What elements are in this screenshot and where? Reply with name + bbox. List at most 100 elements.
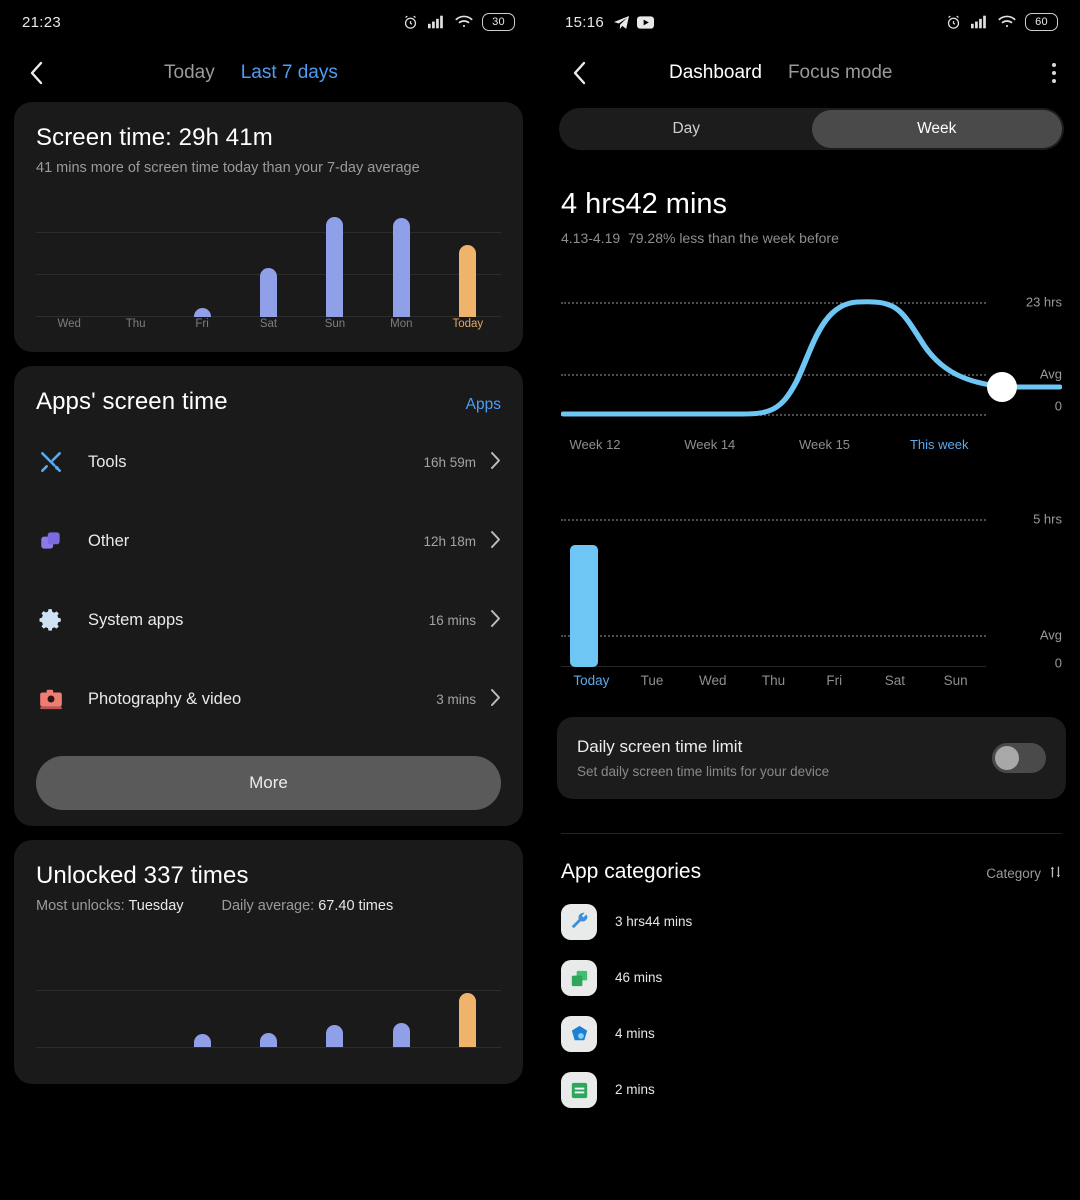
week-delta-text: 79.28% less than the week before <box>627 230 839 246</box>
kebab-menu-icon[interactable] <box>1052 63 1056 83</box>
screen-time-bar-chart: Wed Thu Fri Sat Sun Mon Today <box>36 214 501 336</box>
chart-bar <box>193 308 211 317</box>
x-label: Week 14 <box>684 437 736 452</box>
category-sort-control[interactable]: Category <box>986 865 1062 882</box>
y-label-max: 5 hrs <box>1033 511 1062 527</box>
app-row-photography-video[interactable]: Photography & video 3 mins <box>36 666 501 732</box>
signal-icon <box>428 15 446 29</box>
more-button[interactable]: More <box>36 756 501 810</box>
limit-subtitle: Set daily screen time limits for your de… <box>577 764 830 779</box>
category-row[interactable]: 3 hrs44 mins <box>561 904 1062 940</box>
chart-bars <box>36 948 501 1047</box>
chart-bars <box>561 505 986 667</box>
chart-x-label: Thu <box>761 673 786 688</box>
chart-bar <box>326 1025 344 1047</box>
tools-icon <box>36 447 66 477</box>
screen-time-card: Screen time: 29h 41m 41 mins more of scr… <box>14 102 523 352</box>
wifi-icon <box>998 15 1016 29</box>
unlocked-card: Unlocked 337 times Most unlocks: Tuesday… <box>14 840 523 1084</box>
chart-x-label: Fri <box>826 673 843 688</box>
unlocked-bar-chart <box>36 948 501 1068</box>
app-categories-title: App categories <box>561 860 702 883</box>
alarm-icon <box>945 14 962 31</box>
chart-gridline <box>36 1047 501 1048</box>
app-time: 16 mins <box>428 612 476 628</box>
tab-last-7-days[interactable]: Last 7 days <box>241 62 338 84</box>
app-row-system-apps[interactable]: System apps 16 mins <box>36 587 501 653</box>
chart-bar <box>260 1032 277 1047</box>
category-time: 3 hrs44 mins <box>615 914 693 929</box>
day-week-segmented-control: Day Week <box>559 108 1064 150</box>
chevron-right-icon <box>490 609 501 631</box>
app-row-tools[interactable]: Tools 16h 59m <box>36 429 501 495</box>
chart-x-label: Fri <box>195 318 209 330</box>
chart-x-label: Today <box>573 673 610 688</box>
left-phone-screen: 21:23 30 Today Last 7 days Screen time: … <box>0 0 537 1200</box>
app-time: 12h 18m <box>423 533 476 549</box>
tab-today[interactable]: Today <box>164 62 215 84</box>
weekly-trend-line-chart: 23 hrs Avg 0 Week 12 Week 14 Week 15 Thi… <box>561 282 1062 457</box>
tab-dashboard[interactable]: Dashboard <box>669 62 762 84</box>
files-icon <box>561 960 597 996</box>
daily-limit-toggle[interactable] <box>992 743 1046 773</box>
chart-bar <box>392 218 410 317</box>
apps-link[interactable]: Apps <box>466 396 501 414</box>
chart-bar <box>193 1034 211 1047</box>
chart-x-label: Thu <box>125 318 146 330</box>
category-row[interactable]: 4 mins <box>561 1016 1062 1052</box>
battery-icon: 30 <box>482 13 515 31</box>
spreadsheet-icon <box>561 1072 597 1108</box>
segment-week[interactable]: Week <box>811 110 1062 148</box>
app-categories-header: App categories Category <box>561 860 1062 884</box>
apps-screen-time-card: Apps' screen time Apps Tools 16h 59m Oth… <box>14 366 523 826</box>
chart-x-label: Mon <box>390 318 413 330</box>
right-top-nav: Dashboard Focus mode <box>543 44 1080 102</box>
screen-time-subtitle: 41 mins more of screen time today than y… <box>36 160 420 176</box>
back-button[interactable] <box>565 58 595 88</box>
chart-bar <box>326 217 344 317</box>
chart-x-label: Sat <box>884 673 906 688</box>
segment-day[interactable]: Day <box>561 110 812 148</box>
limit-title: Daily screen time limit <box>577 737 743 756</box>
left-top-nav: Today Last 7 days <box>0 44 537 102</box>
app-time: 16h 59m <box>423 454 476 470</box>
sort-arrows-icon <box>1049 865 1062 882</box>
x-label-current: This week <box>909 437 969 452</box>
chart-x-label: Wed <box>57 318 81 330</box>
most-unlocks-value: Tuesday <box>128 898 184 914</box>
chart-x-label: Wed <box>699 673 727 688</box>
chart-bars <box>36 214 501 317</box>
sort-label: Category <box>986 866 1041 881</box>
chart-x-label: Sun <box>324 318 346 330</box>
signal-icon <box>971 15 989 29</box>
category-row[interactable]: 46 mins <box>561 960 1062 996</box>
alarm-icon <box>402 14 419 31</box>
category-row[interactable]: 2 mins <box>561 1072 1062 1108</box>
layers-icon <box>36 526 66 556</box>
chevron-right-icon <box>490 688 501 710</box>
screen-time-title: Screen time: 29h 41m <box>36 124 273 151</box>
daily-screen-time-limit-card[interactable]: Daily screen time limit Set daily screen… <box>557 717 1066 799</box>
chart-x-label: Sat <box>259 318 278 330</box>
battery-icon: 60 <box>1025 13 1058 31</box>
section-divider <box>561 833 1062 834</box>
polygon-icon <box>561 1016 597 1052</box>
chart-bar <box>459 244 477 317</box>
app-name: Photography & video <box>88 689 242 708</box>
week-date-range: 4.13-4.19 <box>561 230 621 246</box>
chart-bar <box>459 993 477 1047</box>
back-button[interactable] <box>22 58 52 88</box>
category-time: 4 mins <box>615 1026 655 1041</box>
gear-icon <box>36 605 66 635</box>
week-total-time: 4 hrs42 mins <box>561 188 728 220</box>
chart-x-labels: Today Tue Wed Thu Fri Sat Sun <box>561 673 986 695</box>
app-row-other[interactable]: Other 12h 18m <box>36 508 501 574</box>
dual-screenshot-container: 21:23 30 Today Last 7 days Screen time: … <box>0 0 1080 1200</box>
unlocked-title: Unlocked 337 times <box>36 862 249 889</box>
x-label: Week 12 <box>569 437 621 452</box>
status-time: 21:23 <box>22 13 62 31</box>
apps-card-title: Apps' screen time <box>36 388 228 415</box>
chart-x-label: Today <box>452 318 484 330</box>
week-summary: 4 hrs42 mins 4.13-4.19 79.28% less than … <box>543 150 1080 246</box>
tab-focus-mode[interactable]: Focus mode <box>788 62 893 84</box>
